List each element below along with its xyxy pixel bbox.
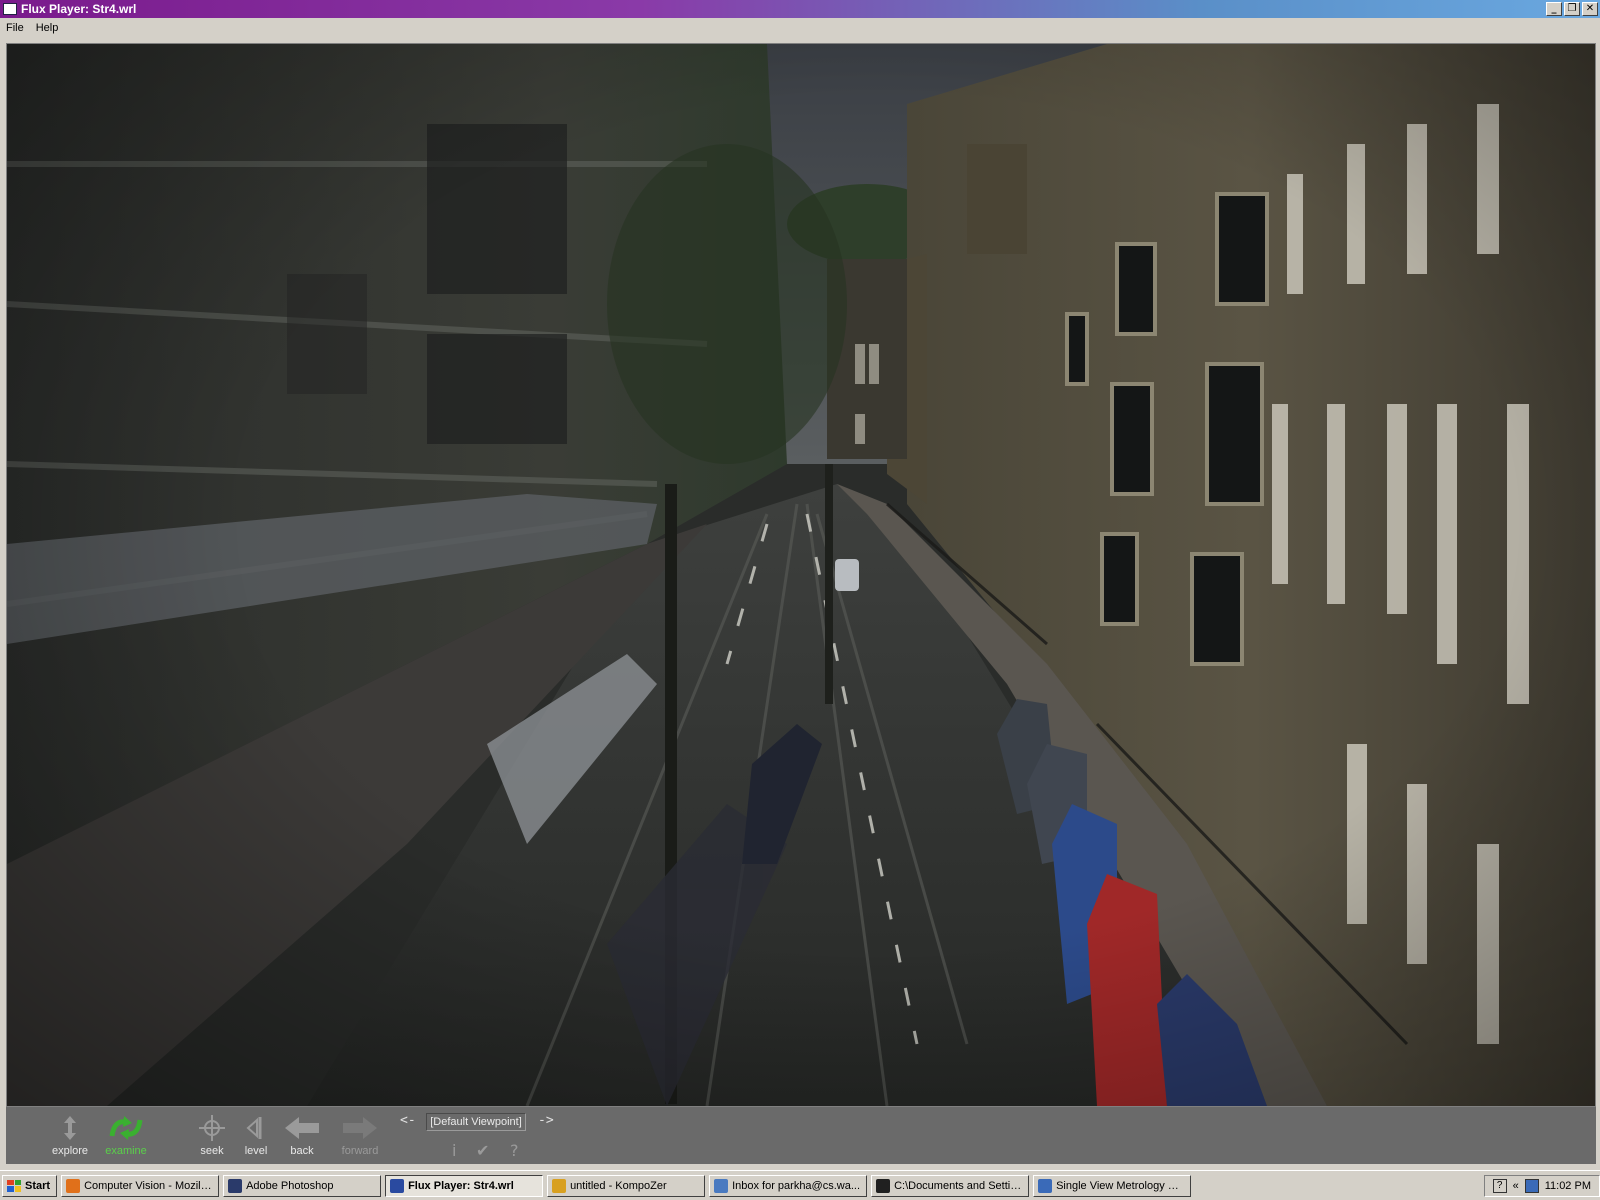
taskbar-item-photoshop[interactable]: Adobe Photoshop bbox=[223, 1174, 382, 1197]
taskbar-item-command-prompt[interactable]: C:\Documents and Settin... bbox=[871, 1174, 1030, 1197]
network-icon[interactable] bbox=[1524, 1178, 1539, 1193]
level-icon bbox=[236, 1113, 276, 1143]
crosshair-icon bbox=[192, 1113, 232, 1143]
vrml-viewport[interactable] bbox=[6, 43, 1596, 1107]
taskbar-item-inbox[interactable]: Inbox for parkha@cs.wa... bbox=[709, 1174, 868, 1197]
street-scene-render bbox=[7, 44, 1595, 1106]
examine-icon bbox=[106, 1113, 146, 1143]
taskbar: Start Computer Vision - Mozilla... Adobe… bbox=[0, 1170, 1600, 1200]
photoshop-icon bbox=[228, 1178, 243, 1193]
close-button[interactable]: ✕ bbox=[1582, 2, 1598, 16]
navigation-toolbar: explore examine seek level back forward … bbox=[6, 1107, 1596, 1164]
back-tool[interactable]: back bbox=[274, 1113, 330, 1161]
tray-expand-icon[interactable]: « bbox=[1513, 1180, 1519, 1192]
document-icon bbox=[1038, 1178, 1053, 1193]
info-icon[interactable]: i bbox=[452, 1141, 456, 1160]
explore-tool[interactable]: explore bbox=[42, 1113, 98, 1161]
menu-file[interactable]: File bbox=[0, 22, 30, 34]
restore-button[interactable]: ❐ bbox=[1564, 2, 1580, 16]
previous-viewpoint-button[interactable]: <- bbox=[400, 1113, 416, 1128]
firefox-icon bbox=[66, 1178, 81, 1193]
title-bar: Flux Player: Str4.wrl _ ❐ ✕ bbox=[0, 0, 1600, 18]
back-arrow-icon bbox=[282, 1113, 322, 1143]
app-icon bbox=[3, 3, 17, 15]
command-prompt-icon bbox=[876, 1178, 891, 1193]
windows-logo-icon bbox=[7, 1179, 21, 1192]
mail-icon bbox=[714, 1178, 729, 1193]
forward-arrow-icon bbox=[340, 1113, 380, 1143]
start-button[interactable]: Start bbox=[2, 1174, 58, 1197]
taskbar-item-flux-player[interactable]: Flux Player: Str4.wrl bbox=[385, 1174, 544, 1197]
clock[interactable]: 11:02 PM bbox=[1545, 1180, 1591, 1192]
viewpoint-selector[interactable]: [Default Viewpoint] bbox=[426, 1113, 526, 1131]
menu-help[interactable]: Help bbox=[30, 22, 65, 34]
minimize-button[interactable]: _ bbox=[1546, 2, 1562, 16]
forward-tool[interactable]: forward bbox=[332, 1113, 388, 1161]
examine-tool[interactable]: examine bbox=[98, 1113, 154, 1161]
explore-icon bbox=[50, 1113, 90, 1143]
tray-help-icon[interactable]: ? bbox=[1492, 1178, 1507, 1193]
check-icon[interactable]: ✔ bbox=[476, 1141, 489, 1160]
help-icon[interactable]: ? bbox=[510, 1141, 519, 1160]
flux-player-icon bbox=[390, 1178, 405, 1193]
system-tray: ? « 11:02 PM bbox=[1483, 1174, 1600, 1197]
taskbar-item-mozilla[interactable]: Computer Vision - Mozilla... bbox=[61, 1174, 220, 1197]
next-viewpoint-button[interactable]: -> bbox=[538, 1113, 554, 1128]
taskbar-item-kompozer[interactable]: untitled - KompoZer bbox=[547, 1174, 706, 1197]
menu-bar: File Help bbox=[0, 18, 1600, 38]
taskbar-item-single-view-metrology[interactable]: Single View Metrology Us... bbox=[1033, 1174, 1192, 1197]
window-title: Flux Player: Str4.wrl bbox=[21, 2, 137, 16]
kompozer-icon bbox=[552, 1178, 567, 1193]
